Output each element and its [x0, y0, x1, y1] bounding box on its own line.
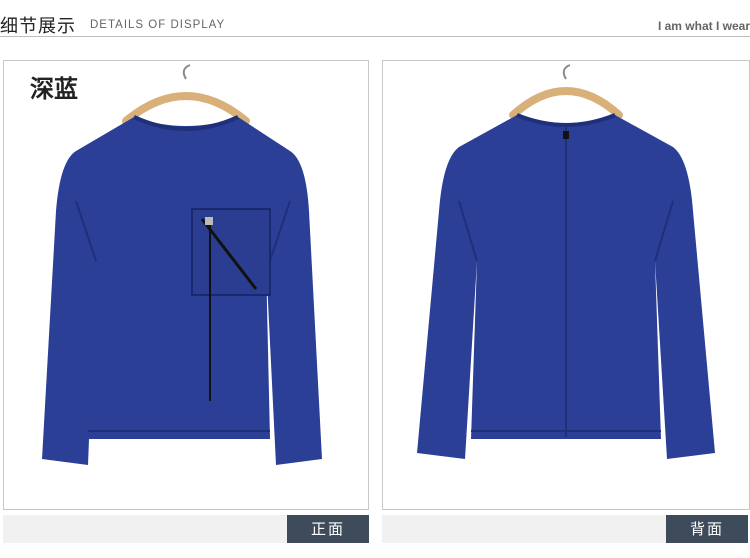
hanger-icon [509, 64, 623, 119]
section-title: 细节展示 [0, 16, 76, 37]
page-header: 细节展示 DETAILS OF DISPLAY I am what I wear [0, 0, 750, 40]
hanger-icon [122, 64, 250, 125]
front-shirt-image [42, 64, 322, 465]
front-view-bar: 正面 [3, 515, 369, 543]
back-shirt-image [417, 64, 715, 459]
front-view-tag: 正面 [287, 515, 369, 543]
front-view-panel: 深蓝 [3, 60, 369, 510]
section-subtitle: DETAILS OF DISPLAY [90, 19, 226, 31]
header-divider [0, 36, 750, 37]
back-view-panel [382, 60, 750, 510]
back-view-tag: 背面 [666, 515, 748, 543]
color-variant-label: 深蓝 [30, 75, 78, 103]
back-view-bar: 背面 [382, 515, 748, 543]
brand-tagline: I am what I wear [657, 19, 750, 33]
